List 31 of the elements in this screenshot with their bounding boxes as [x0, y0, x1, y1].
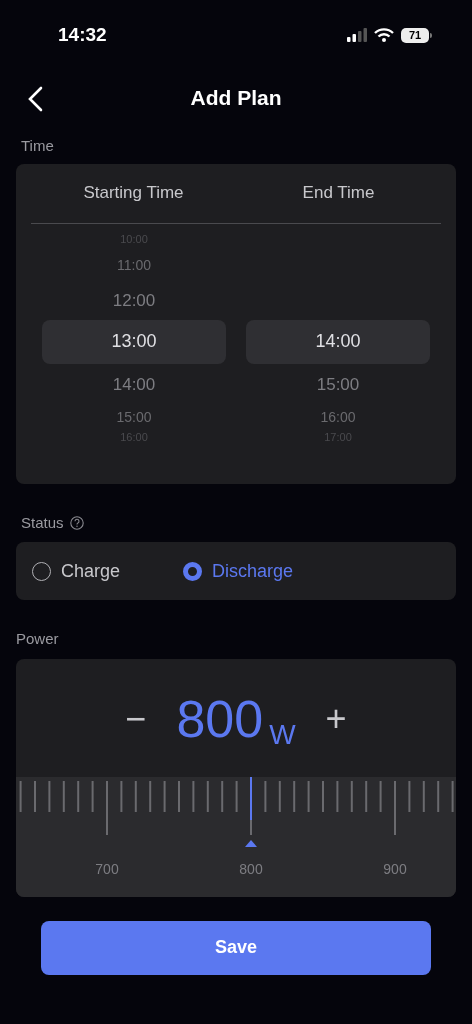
section-label: Status	[21, 512, 64, 533]
column-heading: Starting Time	[83, 182, 184, 205]
ruler-label: 700	[95, 860, 119, 877]
section-label: Power	[16, 629, 60, 649]
column-heading: End Time	[302, 182, 375, 205]
decrease-button[interactable]: −	[125, 700, 147, 737]
battery-indicator: 71	[401, 27, 432, 43]
increase-button[interactable]: +	[325, 700, 347, 737]
save-button[interactable]: Save	[41, 920, 431, 975]
radio-option[interactable]: Charge	[32, 557, 121, 585]
time-option[interactable]: 15:00	[116, 409, 152, 424]
radio-option[interactable]: Discharge	[183, 557, 294, 585]
power-value: 800	[176, 692, 264, 745]
page-title: Add Plan	[190, 85, 282, 112]
time-option[interactable]: 13:00	[42, 319, 226, 364]
time-option[interactable]: 16:00	[320, 409, 356, 424]
ruler-label: 900	[383, 860, 407, 877]
back-icon[interactable]	[27, 86, 43, 112]
time-option[interactable]: 14:00	[112, 375, 156, 393]
status-time: 14:32	[58, 22, 107, 47]
slider-pointer[interactable]	[245, 776, 257, 847]
time-option[interactable]: 12:00	[112, 291, 156, 309]
time-option[interactable]: 15:00	[316, 375, 360, 393]
power-unit: W	[269, 720, 296, 749]
time-option[interactable]: 11:00	[117, 257, 151, 272]
help-icon[interactable]	[69, 515, 84, 530]
time-option[interactable]: 14:00	[246, 319, 430, 364]
ruler-label: 800	[239, 860, 263, 877]
wifi-icon	[374, 28, 394, 42]
signal-icon	[347, 28, 367, 42]
section-label: Time	[20, 136, 55, 156]
